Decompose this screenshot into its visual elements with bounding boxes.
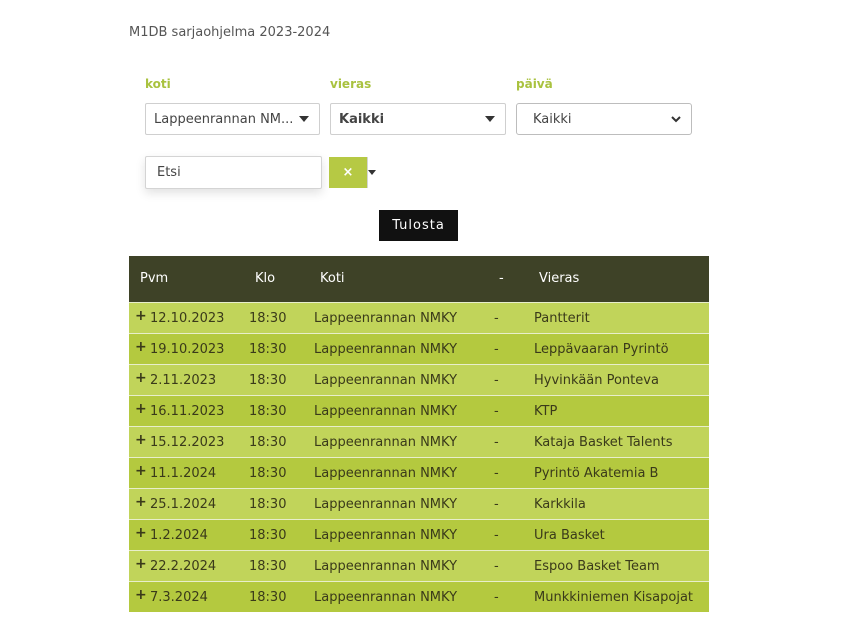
row-away: Pantterit — [534, 311, 590, 326]
row-home: Lappeenrannan NMKY — [314, 528, 458, 543]
away-team-select-value: Kaikki — [339, 111, 385, 127]
row-away: Ura Basket — [534, 528, 605, 543]
row-date: 11.1.2024 — [150, 466, 217, 481]
expand-icon[interactable]: + — [135, 401, 147, 417]
row-time: 18:30 — [249, 590, 287, 605]
row-home: Lappeenrannan NMKY — [314, 311, 458, 326]
expand-icon[interactable]: + — [135, 556, 147, 572]
expand-icon[interactable]: + — [135, 308, 147, 324]
table-row[interactable]: + 2.11.2023 18:30 Lappeenrannan NMKY - H… — [129, 364, 709, 395]
row-time: 18:30 — [249, 342, 287, 357]
caret-down-icon — [368, 170, 376, 175]
table-row[interactable]: + 25.1.2024 18:30 Lappeenrannan NMKY - K… — [129, 488, 709, 519]
header-date: Pvm — [140, 271, 169, 286]
expand-icon[interactable]: + — [135, 525, 147, 541]
clear-search-button[interactable]: × — [329, 157, 367, 188]
row-home: Lappeenrannan NMKY — [314, 404, 458, 419]
search-input[interactable] — [146, 157, 329, 188]
home-team-select-value: Lappeenrannan NM... — [154, 111, 294, 127]
home-team-select[interactable]: Lappeenrannan NM... — [145, 103, 320, 135]
row-away: Pyrintö Akatemia B — [534, 466, 659, 481]
expand-icon[interactable]: + — [135, 463, 147, 479]
row-away: Kataja Basket Talents — [534, 435, 673, 450]
row-home: Lappeenrannan NMKY — [314, 342, 458, 357]
row-time: 18:30 — [249, 404, 287, 419]
row-time: 18:30 — [249, 497, 287, 512]
row-date: 19.10.2023 — [150, 342, 225, 357]
date-filter-label: päivä — [516, 77, 553, 91]
table-header: Pvm Klo Koti - Vieras — [129, 256, 709, 302]
row-separator: - — [494, 342, 499, 357]
row-separator: - — [494, 497, 499, 512]
table-row[interactable]: + 7.3.2024 18:30 Lappeenrannan NMKY - Mu… — [129, 581, 709, 612]
row-separator: - — [494, 528, 499, 543]
row-separator: - — [494, 590, 499, 605]
row-home: Lappeenrannan NMKY — [314, 559, 458, 574]
row-date: 15.12.2023 — [150, 435, 225, 450]
close-icon: × — [342, 165, 354, 180]
row-time: 18:30 — [249, 559, 287, 574]
away-filter-label: vieras — [330, 77, 372, 91]
table-row[interactable]: + 15.12.2023 18:30 Lappeenrannan NMKY - … — [129, 426, 709, 457]
row-date: 7.3.2024 — [150, 590, 208, 605]
row-away: Leppävaaran Pyrintö — [534, 342, 669, 357]
row-away: KTP — [534, 404, 558, 419]
expand-icon[interactable]: + — [135, 587, 147, 603]
search-box: × — [145, 156, 376, 189]
table-row[interactable]: + 16.11.2023 18:30 Lappeenrannan NMKY - … — [129, 395, 709, 426]
expand-icon[interactable]: + — [135, 494, 147, 510]
row-date: 1.2.2024 — [150, 528, 208, 543]
table-row[interactable]: + 19.10.2023 18:30 Lappeenrannan NMKY - … — [129, 333, 709, 364]
expand-icon[interactable]: + — [135, 432, 147, 448]
row-time: 18:30 — [249, 311, 287, 326]
header-home: Koti — [320, 271, 345, 286]
row-separator: - — [494, 404, 499, 419]
row-date: 16.11.2023 — [150, 404, 225, 419]
header-separator: - — [499, 271, 504, 286]
row-date: 22.2.2024 — [150, 559, 217, 574]
caret-down-icon — [485, 116, 495, 122]
table-row[interactable]: + 1.2.2024 18:30 Lappeenrannan NMKY - Ur… — [129, 519, 709, 550]
chevron-down-icon — [671, 116, 681, 123]
row-date: 12.10.2023 — [150, 311, 225, 326]
row-home: Lappeenrannan NMKY — [314, 590, 458, 605]
row-separator: - — [494, 311, 499, 326]
row-away: Hyvinkään Ponteva — [534, 373, 659, 388]
away-team-select[interactable]: Kaikki — [330, 103, 506, 135]
row-home: Lappeenrannan NMKY — [314, 373, 458, 388]
row-home: Lappeenrannan NMKY — [314, 435, 458, 450]
row-time: 18:30 — [249, 528, 287, 543]
page-title: M1DB sarjaohjelma 2023-2024 — [129, 25, 331, 40]
row-home: Lappeenrannan NMKY — [314, 497, 458, 512]
row-separator: - — [494, 435, 499, 450]
row-time: 18:30 — [249, 466, 287, 481]
table-row[interactable]: + 22.2.2024 18:30 Lappeenrannan NMKY - E… — [129, 550, 709, 581]
row-time: 18:30 — [249, 373, 287, 388]
print-button[interactable]: Tulosta — [379, 210, 458, 241]
expand-icon[interactable]: + — [135, 370, 147, 386]
expand-icon[interactable]: + — [135, 339, 147, 355]
header-time: Klo — [255, 271, 276, 286]
row-date: 25.1.2024 — [150, 497, 217, 512]
caret-down-icon — [299, 116, 309, 122]
date-select[interactable]: Kaikki — [516, 103, 692, 135]
table-row[interactable]: + 12.10.2023 18:30 Lappeenrannan NMKY - … — [129, 302, 709, 333]
home-filter-label: koti — [145, 77, 171, 91]
row-away: Espoo Basket Team — [534, 559, 660, 574]
date-select-value: Kaikki — [533, 111, 572, 127]
row-separator: - — [494, 559, 499, 574]
table-row[interactable]: + 11.1.2024 18:30 Lappeenrannan NMKY - P… — [129, 457, 709, 488]
header-away: Vieras — [539, 271, 580, 286]
row-home: Lappeenrannan NMKY — [314, 466, 458, 481]
row-separator: - — [494, 373, 499, 388]
row-date: 2.11.2023 — [150, 373, 217, 388]
schedule-table: Pvm Klo Koti - Vieras + 12.10.2023 18:30… — [129, 256, 709, 612]
search-dropdown-button[interactable] — [367, 157, 376, 188]
row-away: Munkkiniemen Kisapojat — [534, 590, 694, 605]
row-time: 18:30 — [249, 435, 287, 450]
row-away: Karkkila — [534, 497, 586, 512]
row-separator: - — [494, 466, 499, 481]
